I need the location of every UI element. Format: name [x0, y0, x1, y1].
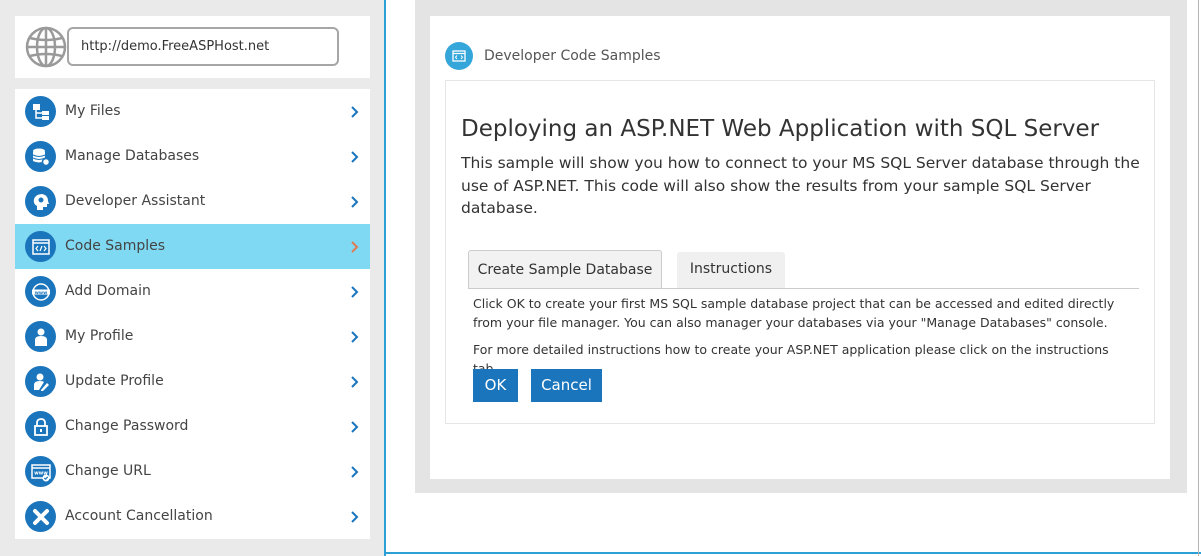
sidebar-item-label: My Files	[65, 103, 121, 119]
chevron-right-icon	[348, 104, 362, 118]
ok-button[interactable]: OK	[473, 369, 518, 402]
tab-instructions[interactable]: Instructions	[677, 252, 785, 289]
sidebar-item-label: Update Profile	[65, 373, 164, 389]
sidebar-item-label: Developer Assistant	[65, 193, 206, 209]
chevron-right-icon	[348, 329, 362, 343]
sidebar-item-label: Account Cancellation	[65, 508, 213, 524]
sidebar-item-label: My Profile	[65, 328, 134, 344]
sidebar-item-label: Change URL	[65, 463, 151, 479]
sidebar-item-change-url[interactable]: www Change URL	[15, 449, 370, 494]
sidebar-item-label: Manage Databases	[65, 148, 200, 164]
chevron-right-icon	[348, 509, 362, 523]
window-edge	[1198, 0, 1199, 556]
head-gear-icon	[25, 186, 56, 217]
sidebar-menu: My Files Manage Databases Developer Assi…	[15, 89, 370, 539]
sidebar-item-developer-assistant[interactable]: Developer Assistant	[15, 179, 370, 224]
cancel-button[interactable]: Cancel	[531, 369, 602, 402]
sidebar-item-change-password[interactable]: Change Password	[15, 404, 370, 449]
info-text-create: Click OK to create your first MS SQL sam…	[473, 296, 1115, 330]
close-x-icon	[25, 501, 56, 532]
globe-icon	[25, 26, 67, 68]
svg-text:www: www	[34, 290, 46, 295]
person-icon	[25, 321, 56, 352]
section-title: Developer Code Samples	[484, 48, 661, 64]
www-window-icon: www	[25, 456, 56, 487]
url-field[interactable]: http://demo.FreeASPHost.net	[67, 27, 339, 66]
www-globe-icon: www	[25, 276, 56, 307]
chevron-right-icon	[348, 464, 362, 478]
panel-divider	[384, 0, 386, 556]
url-card: http://demo.FreeASPHost.net	[15, 16, 370, 78]
sidebar-item-code-samples[interactable]: Code Samples	[15, 224, 370, 269]
chevron-right-icon	[348, 239, 362, 253]
sidebar-item-my-files[interactable]: My Files	[15, 89, 370, 134]
sidebar-item-manage-databases[interactable]: Manage Databases	[15, 134, 370, 179]
description-text: This sample will show you how to connect…	[461, 154, 1140, 217]
chevron-right-icon	[348, 374, 362, 388]
bottom-border	[386, 552, 1201, 554]
sidebar-item-label: Code Samples	[65, 238, 166, 254]
folder-tree-icon	[25, 96, 56, 127]
sidebar-item-my-profile[interactable]: My Profile	[15, 314, 370, 359]
sidebar-item-add-domain[interactable]: www Add Domain	[15, 269, 370, 314]
chevron-right-icon	[348, 194, 362, 208]
chevron-right-icon	[348, 284, 362, 298]
code-window-icon	[25, 231, 56, 262]
sidebar-item-account-cancellation[interactable]: Account Cancellation	[15, 494, 370, 539]
person-edit-icon	[25, 366, 56, 397]
code-window-icon	[445, 42, 473, 70]
page-title: Deploying an ASP.NET Web Application wit…	[461, 116, 1100, 142]
database-gear-icon	[25, 141, 56, 172]
tab-divider	[468, 288, 1139, 289]
sidebar-item-label: Change Password	[65, 418, 189, 434]
tab-create-sample-database[interactable]: Create Sample Database	[468, 250, 662, 289]
chevron-right-icon	[348, 419, 362, 433]
sidebar-item-update-profile[interactable]: Update Profile	[15, 359, 370, 404]
sidebar-item-label: Add Domain	[65, 283, 151, 299]
chevron-right-icon	[348, 149, 362, 163]
lock-icon	[25, 411, 56, 442]
